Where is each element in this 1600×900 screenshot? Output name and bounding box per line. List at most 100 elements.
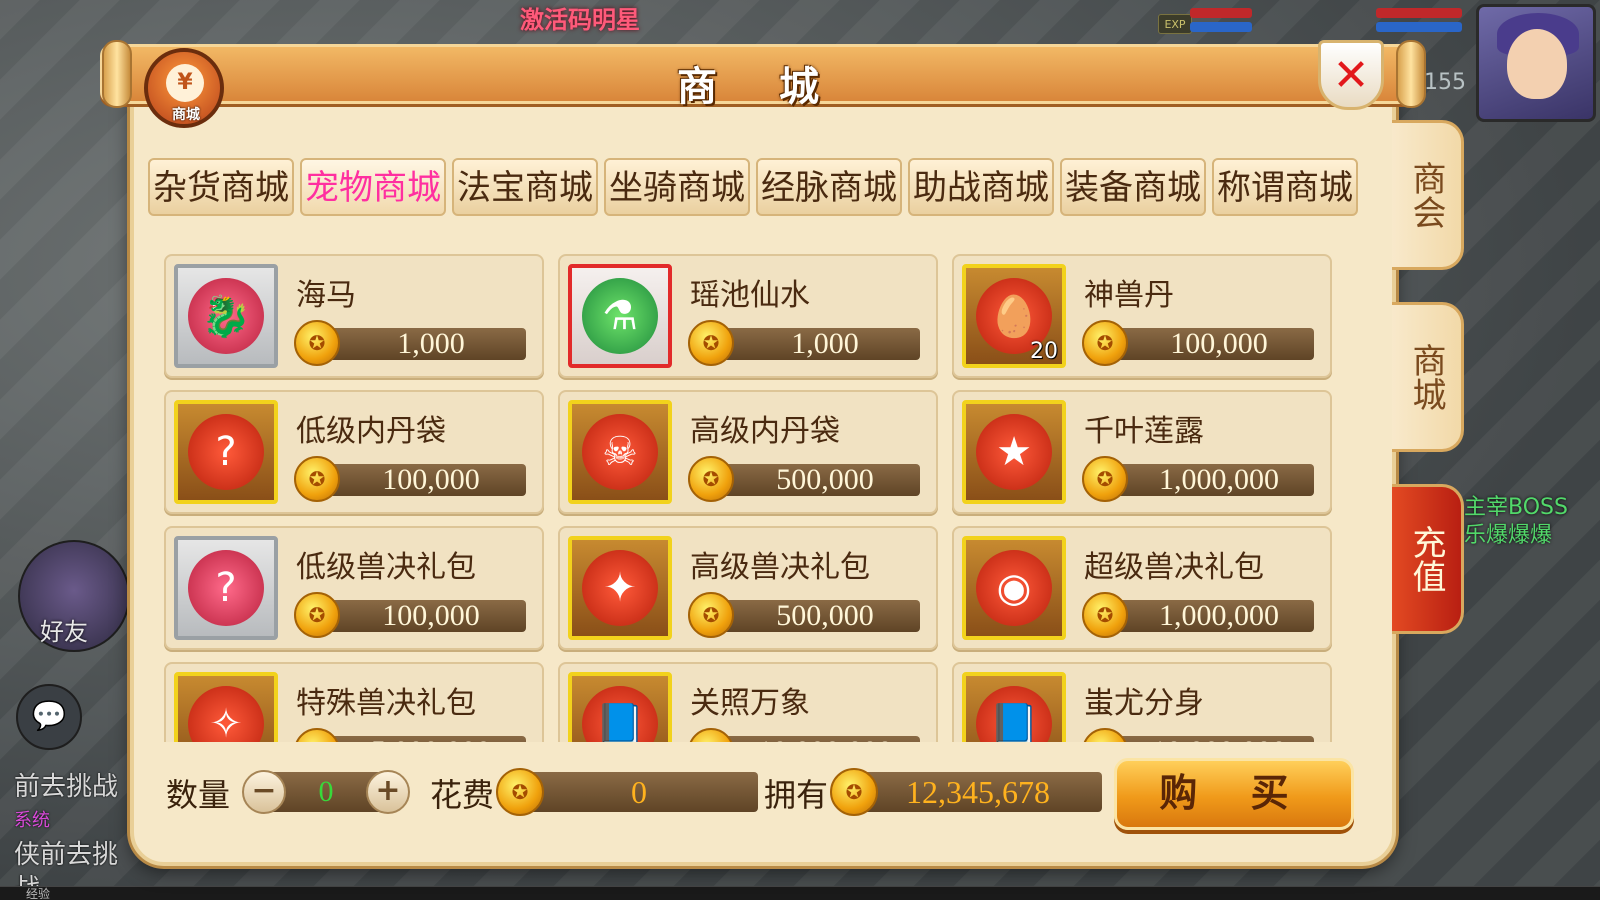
side-tab-recharge[interactable]: 充值 bbox=[1392, 484, 1464, 634]
target-hp-bar bbox=[1376, 8, 1462, 18]
coin-icon: ✪ bbox=[294, 728, 340, 742]
divine-beast-egg-icon: 🥚 20 bbox=[962, 264, 1066, 368]
player-portrait[interactable] bbox=[1476, 4, 1596, 122]
item-glyph: ✦ bbox=[582, 550, 658, 626]
decrease-quantity-button[interactable]: − bbox=[242, 770, 286, 814]
tab-2[interactable]: 法宝商城 bbox=[452, 158, 598, 216]
seahorse-icon: 🐉 bbox=[174, 264, 278, 368]
item-name: 瑶池仙水 bbox=[690, 278, 810, 313]
chat-line: 系统 bbox=[14, 810, 50, 831]
item-name: 关照万象 bbox=[690, 686, 810, 721]
coin-icon: ✪ bbox=[688, 456, 734, 502]
coin-icon: ✪ bbox=[688, 592, 734, 638]
shop-item[interactable]: ✧20 特殊兽决礼包 5,000,000✪ bbox=[164, 662, 544, 742]
chat-log: 前去挑战 系统 侠前去挑战 bbox=[14, 770, 134, 900]
coin-icon: ✪ bbox=[1082, 728, 1128, 742]
item-name: 海马 bbox=[296, 278, 356, 313]
tab-1[interactable]: 宠物商城 bbox=[300, 158, 446, 216]
coin-icon: ✪ bbox=[1082, 456, 1128, 502]
side-notice: 主宰BOSS 乐爆爆爆 bbox=[1464, 494, 1568, 550]
side-tab-shop[interactable]: 商城 bbox=[1392, 302, 1464, 452]
item-price: 500,000 bbox=[710, 600, 920, 632]
item-name: 超级兽决礼包 bbox=[1084, 550, 1264, 585]
treasure-pot-icon: ◉ bbox=[962, 536, 1066, 640]
tab-3[interactable]: 坐骑商城 bbox=[604, 158, 750, 216]
friend-button[interactable]: 好友 bbox=[18, 540, 130, 652]
exp-bar: 经验 bbox=[0, 886, 1600, 900]
tab-4[interactable]: 经脉商城 bbox=[756, 158, 902, 216]
shop-badge-label: 商城 bbox=[172, 107, 200, 123]
tab-7[interactable]: 称谓商城 bbox=[1212, 158, 1358, 216]
friend-label: 好友 bbox=[40, 618, 88, 646]
owned-label: 拥有 bbox=[764, 776, 829, 814]
chat-line: 前去挑战 bbox=[14, 772, 119, 802]
item-grid-viewport[interactable]: 🐉 海马 1,000 ✪ ⚗ 瑶池仙水 1,000 ✪ 🥚 20 神兽丹 100,000 ✪? 低级内丹袋… bbox=[164, 254, 1348, 742]
item-glyph: ◉ bbox=[976, 550, 1052, 626]
item-name: 高级内丹袋 bbox=[690, 414, 840, 449]
notice-line: 主宰BOSS bbox=[1464, 495, 1568, 520]
owned-value: 12,345,678 bbox=[854, 772, 1102, 812]
exp-bar-label: 经验 bbox=[26, 887, 51, 900]
question-pouch-icon: ? bbox=[174, 536, 278, 640]
coin-icon: ✪ bbox=[830, 768, 878, 816]
coin-icon: ✪ bbox=[688, 320, 734, 366]
tab-6[interactable]: 装备商城 bbox=[1060, 158, 1206, 216]
item-name: 低级内丹袋 bbox=[296, 414, 446, 449]
item-name: 特殊兽决礼包 bbox=[296, 686, 476, 721]
item-price: 1,000,000 bbox=[1104, 600, 1314, 632]
shop-item[interactable]: 📘10 关照万象 10,000,000✪ bbox=[558, 662, 938, 742]
coin-icon: ✪ bbox=[1082, 320, 1128, 366]
coin-icon: ✪ bbox=[294, 592, 340, 638]
hp-bar bbox=[1190, 8, 1252, 18]
item-count: 20 bbox=[1030, 339, 1058, 364]
shop-item[interactable]: 📘10 蚩尤分身 10,000,000✪ bbox=[952, 662, 1332, 742]
coin-icon: ✪ bbox=[294, 320, 340, 366]
shop-item[interactable]: ? 低级兽决礼包 100,000 ✪ bbox=[164, 526, 544, 650]
shop-item[interactable]: 🐉 海马 1,000 ✪ bbox=[164, 254, 544, 378]
tab-5[interactable]: 助战商城 bbox=[908, 158, 1054, 216]
close-button[interactable]: ✕ bbox=[1318, 40, 1384, 110]
shop-item[interactable]: ☠ 高级内丹袋 500,000 ✪ bbox=[558, 390, 938, 514]
item-price: 1,000 bbox=[710, 328, 920, 360]
item-price: 500,000 bbox=[710, 464, 920, 496]
money-bag-icon: ¥ bbox=[166, 64, 204, 102]
item-price: 100,000 bbox=[316, 464, 526, 496]
item-price: 1,000 bbox=[316, 328, 526, 360]
shop-badge: ¥ 商城 bbox=[144, 48, 224, 128]
tab-0[interactable]: 杂货商城 bbox=[148, 158, 294, 216]
coin-icon: ✪ bbox=[1082, 592, 1128, 638]
item-name: 千叶莲露 bbox=[1084, 414, 1204, 449]
item-price: 10,000,000 bbox=[710, 736, 920, 742]
title-scroll-right bbox=[1396, 40, 1426, 108]
shop-item[interactable]: ? 低级内丹袋 100,000 ✪ bbox=[164, 390, 544, 514]
item-name: 神兽丹 bbox=[1084, 278, 1174, 313]
item-name: 低级兽决礼包 bbox=[296, 550, 476, 585]
increase-quantity-button[interactable]: + bbox=[366, 770, 410, 814]
shop-item[interactable]: ◉ 超级兽决礼包 1,000,000 ✪ bbox=[952, 526, 1332, 650]
shop-item[interactable]: ✦ 高级兽决礼包 500,000 ✪ bbox=[558, 526, 938, 650]
coin-icon: ✪ bbox=[496, 768, 544, 816]
skull-pouch-icon: ☠ bbox=[568, 400, 672, 504]
coin-icon: ✪ bbox=[294, 456, 340, 502]
blue-book-icon: 📘10 bbox=[962, 672, 1066, 742]
event-title: 激活码明星 bbox=[520, 6, 640, 34]
item-glyph: ? bbox=[188, 550, 264, 626]
item-price: 100,000 bbox=[316, 600, 526, 632]
shop-item[interactable]: 🥚 20 神兽丹 100,000 ✪ bbox=[952, 254, 1332, 378]
shop-item[interactable]: ★ 千叶莲露 1,000,000 ✪ bbox=[952, 390, 1332, 514]
special-pouch-icon: ✧20 bbox=[174, 672, 278, 742]
red-pouch-icon: ? bbox=[174, 400, 278, 504]
item-price: 100,000 bbox=[1104, 328, 1314, 360]
item-glyph: ✧ bbox=[188, 686, 264, 742]
item-glyph: ☠ bbox=[582, 414, 658, 490]
blue-book-icon: 📘10 bbox=[568, 672, 672, 742]
buy-button[interactable]: 购 买 bbox=[1114, 758, 1354, 830]
lollipop-icon: ★ bbox=[962, 400, 1066, 504]
cost-label: 花费 bbox=[430, 776, 495, 814]
coin-icon: ✪ bbox=[688, 728, 734, 742]
item-price: 10,000,000 bbox=[1104, 736, 1314, 742]
shop-item[interactable]: ⚗ 瑶池仙水 1,000 ✪ bbox=[558, 254, 938, 378]
chat-bubble-icon[interactable]: 💬 bbox=[16, 684, 82, 750]
side-tab-chamber[interactable]: 商会 bbox=[1392, 120, 1464, 270]
shop-tabs: 杂货商城 宠物商城 法宝商城 坐骑商城 经脉商城 助战商城 装备商城 称谓商城 bbox=[148, 158, 1358, 216]
